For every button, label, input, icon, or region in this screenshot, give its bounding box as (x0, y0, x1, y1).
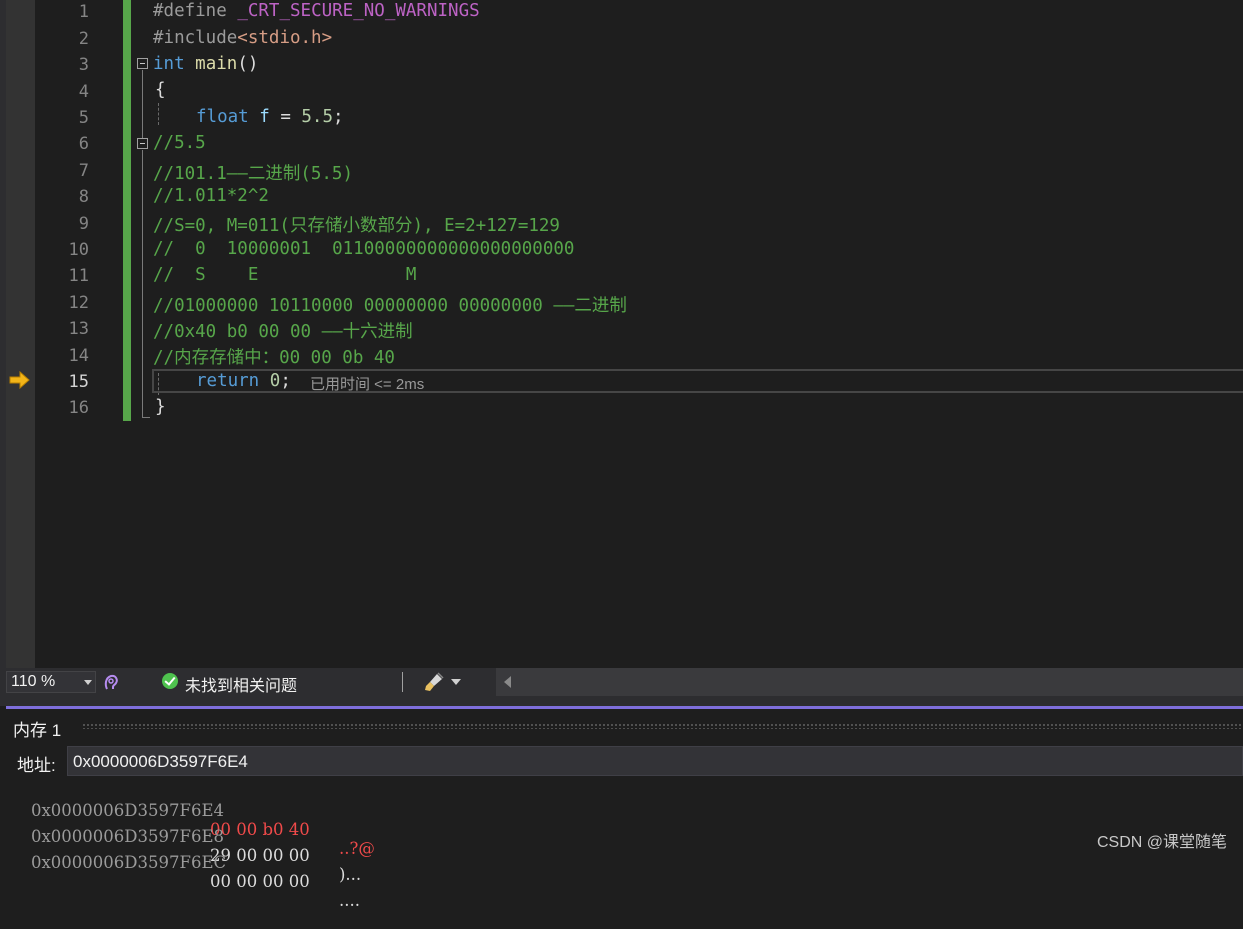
issues-text: 未找到相关问题 (185, 678, 298, 695)
code-line-4: { (155, 80, 166, 100)
memory-window-titlebar[interactable]: 内存 1 (6, 706, 1243, 741)
ai-assist-icon[interactable] (102, 673, 120, 691)
horizontal-scrollbar[interactable] (518, 668, 1243, 696)
zoom-value: 110 % (11, 673, 56, 690)
code-line-5: float f = 5.5; (196, 107, 344, 127)
function-name: main (195, 54, 238, 74)
memory-bytes[interactable]: 00 00 00 00 (210, 872, 310, 891)
ok-check-icon (162, 673, 178, 689)
line-number-margin: 1 2 3 4 5 6 7 8 9 10 11 12 13 14 15 16 (35, 0, 123, 668)
line-number: 14 (68, 346, 89, 366)
memory-window: 内存 1 地址: 0x0000006D3597F6E4 0x0000006D35… (0, 706, 1243, 910)
semicolon: ; (333, 107, 344, 127)
number-literal: 0 (269, 371, 281, 391)
comment-line: //0x40 b0 00 00 ——十六进制 (153, 322, 413, 342)
line-number: 9 (78, 214, 89, 234)
code-line-15: return 0; (196, 371, 291, 391)
include-header: <stdio.h> (237, 28, 333, 48)
operator: = (269, 107, 302, 127)
line-number: 1 (78, 2, 89, 22)
address-label: 地址: (17, 756, 56, 775)
macro-name: _CRT_SECURE_NO_WARNINGS (237, 1, 480, 21)
panel-splitter[interactable] (0, 696, 1243, 706)
divider (402, 672, 403, 692)
line-number: 6 (78, 134, 89, 154)
chevron-down-icon[interactable] (451, 679, 461, 685)
line-number: 13 (68, 319, 89, 339)
line-number: 7 (78, 161, 89, 181)
memory-ascii[interactable]: ..?@ (339, 839, 375, 858)
code-editor[interactable]: 1 2 3 4 5 6 7 8 9 10 11 12 13 14 15 16 #… (0, 0, 1243, 668)
comment-line: // 0 10000001 01100000000000000000000 (153, 239, 575, 259)
perf-tip-elapsed-time[interactable]: 已用时间 <= 2ms (310, 373, 424, 394)
zoom-dropdown[interactable]: 110 % (6, 671, 96, 693)
memory-row: 0x0000006D3597F6EC 00 00 00 00 .... (10, 834, 360, 929)
line-number: 2 (78, 29, 89, 49)
comment-line: //内存存储中：00 00 0b 40 (153, 348, 395, 368)
comment-line: // S E M (153, 265, 417, 285)
brace: { (155, 80, 166, 100)
line-number: 8 (78, 187, 89, 207)
memory-window-title: 内存 1 (13, 721, 62, 740)
preprocessor-directive: #include (153, 28, 238, 48)
keyword: return (196, 371, 260, 391)
line-number: 3 (78, 55, 89, 75)
line-number: 4 (78, 82, 89, 102)
variable: f (259, 107, 270, 127)
memory-ascii[interactable]: )... (339, 865, 361, 884)
address-input[interactable]: 0x0000006D3597F6E4 (67, 746, 1243, 776)
titlebar-grip (82, 723, 1243, 729)
memory-ascii[interactable]: .... (339, 891, 360, 910)
number-literal: 5.5 (301, 107, 333, 127)
code-line-16: } (155, 397, 166, 417)
preprocessor-directive: #define (153, 1, 227, 21)
comment-line: //01000000 10110000 00000000 00000000 ——… (153, 296, 627, 316)
change-tracking-bar (123, 0, 131, 421)
keyword: float (196, 107, 249, 127)
line-number: 11 (68, 266, 89, 286)
editor-status-bar: 110 % 未找到相关问题 (0, 668, 1243, 696)
line-number: 12 (68, 293, 89, 313)
comment-line: //1.011*2^2 (153, 186, 269, 206)
line-number: 5 (78, 108, 89, 128)
scroll-left-icon[interactable] (496, 668, 518, 696)
punctuation: () (237, 54, 259, 74)
code-line-2: #include<stdio.h> (153, 28, 332, 48)
line-number: 10 (68, 240, 89, 260)
keyword: int (153, 54, 185, 74)
line-number-current: 15 (68, 372, 89, 392)
code-line-1: #define _CRT_SECURE_NO_WARNINGS (153, 1, 480, 21)
line-number: 16 (68, 398, 89, 418)
comment-line: //101.1——二进制(5.5) (153, 164, 354, 184)
semicolon: ; (280, 371, 291, 391)
code-line-3: int main() (153, 54, 258, 74)
current-statement-arrow-icon (9, 371, 30, 389)
comment-line: //5.5 (153, 133, 206, 153)
brace: } (155, 397, 166, 417)
memory-address: 0x0000006D3597F6EC (30, 853, 227, 872)
comment-line: //S=0, M=011(只存储小数部分), E=2+127=129 (153, 216, 560, 236)
code-cleanup-brush-icon[interactable] (423, 671, 445, 693)
chevron-down-icon (84, 680, 92, 685)
code-lines[interactable]: #define _CRT_SECURE_NO_WARNINGS #include… (131, 0, 1243, 668)
watermark: CSDN @课堂随笔 (1096, 834, 1227, 851)
